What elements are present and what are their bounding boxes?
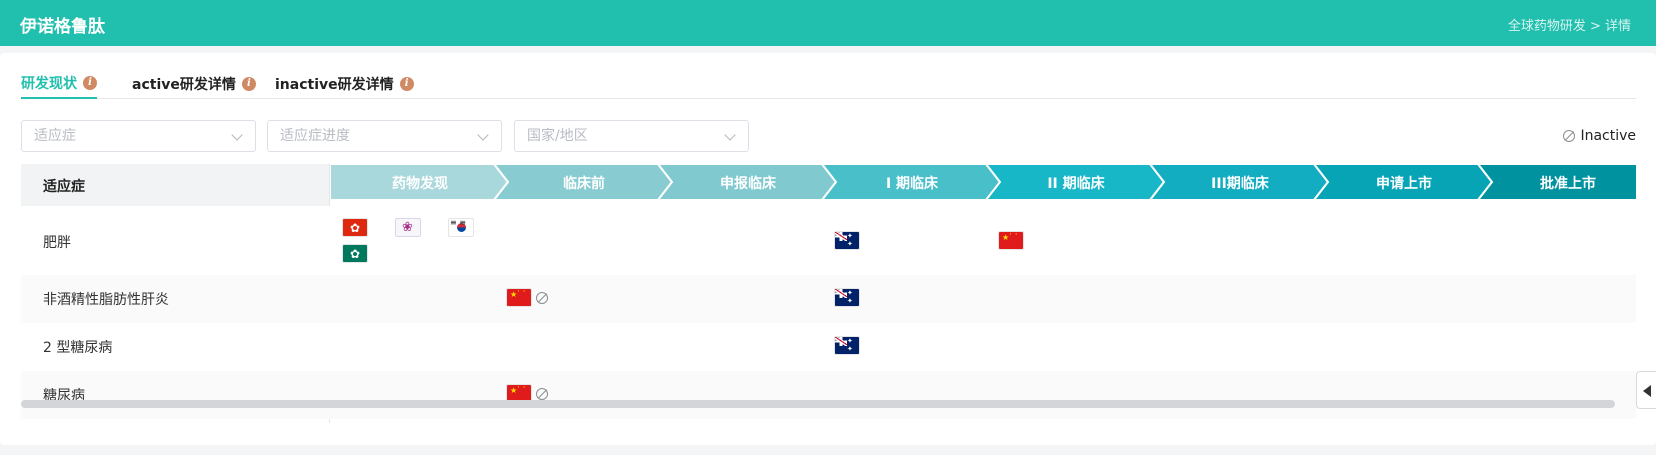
region-select-placeholder: 国家/地区 — [527, 128, 588, 144]
chevron-down-icon — [724, 129, 736, 141]
progress-select-placeholder: 适应症进度 — [280, 128, 350, 144]
caret-left-icon — [1643, 385, 1651, 397]
stage-label: 申报临床 — [720, 175, 777, 192]
indication-label: 非酒精性脂肪性肝炎 — [43, 292, 169, 308]
macau-flag-icon[interactable] — [342, 244, 368, 263]
table-row: 糖尿病 — [21, 371, 1636, 419]
chevron-down-icon — [477, 129, 489, 141]
info-icon[interactable]: i — [399, 77, 414, 91]
stage-label: 临床前 — [563, 175, 605, 192]
inactive-legend: Inactive — [1563, 128, 1636, 144]
tab-inactive-details[interactable]: inactive研发详情 i — [275, 73, 414, 95]
stage-header-bar: 药物发现 临床前 申报临床 I 期临床 II 期临床 III期临床 申请上市 批准上市 — [330, 164, 1636, 201]
table-row: 非酒精性脂肪性肝炎 — [21, 275, 1636, 323]
inactive-legend-label: Inactive — [1580, 128, 1636, 144]
tab-inactive-label: inactive研发详情 — [275, 77, 394, 93]
indication-select-placeholder: 适应症 — [34, 128, 76, 144]
tab-status[interactable]: 研发现状 i — [21, 73, 97, 99]
indication-label: 2 型糖尿病 — [43, 340, 113, 356]
chevron-down-icon — [231, 129, 243, 141]
stage-label: III期临床 — [1211, 175, 1270, 192]
breadcrumb[interactable]: 全球药物研发 > 详情 — [1508, 15, 1631, 34]
inactive-ban-icon — [536, 388, 548, 400]
progress-select[interactable]: 适应症进度 — [267, 120, 502, 152]
tab-active-details[interactable]: active研发详情 i — [132, 73, 256, 95]
pipeline-table: 适应症 药物发现 临床前 申报临床 I 期临床 II 期临床 III期临床 申请上市 批准上市… — [21, 164, 1636, 423]
tab-bar: 研发现状 i active研发详情 i inactive研发详情 i — [21, 69, 1636, 99]
horizontal-scrollbar[interactable] — [21, 400, 1615, 408]
australia-flag-icon[interactable] — [834, 288, 860, 307]
australia-flag-icon[interactable] — [834, 336, 860, 355]
stage-label: II 期临床 — [1047, 175, 1105, 192]
main-card: 研发现状 i active研发详情 i inactive研发详情 i 适应症 适… — [0, 53, 1656, 445]
side-panel-toggle[interactable] — [1636, 371, 1656, 409]
table-row: 肥胖 — [21, 206, 1636, 275]
drug-title: 伊诺格鲁肽 — [20, 17, 105, 37]
stage-label: 批准上市 — [1540, 175, 1596, 192]
taiwan-flag-icon[interactable] — [395, 218, 421, 237]
tab-status-label: 研发现状 — [21, 76, 77, 92]
stage-label: I 期临床 — [886, 175, 939, 192]
stage-label: 申请上市 — [1376, 175, 1432, 192]
tab-active-label: active研发详情 — [132, 77, 236, 93]
australia-flag-icon[interactable] — [834, 231, 860, 250]
info-icon[interactable]: i — [241, 77, 256, 91]
indication-select[interactable]: 适应症 — [21, 120, 256, 152]
china-flag-icon[interactable] — [998, 231, 1024, 250]
page-bottom — [0, 445, 1656, 455]
indication-header: 适应症 — [21, 164, 330, 206]
stage-label: 药物发现 — [392, 175, 448, 192]
info-icon[interactable]: i — [83, 76, 97, 90]
china-flag-icon[interactable] — [506, 288, 532, 307]
region-select[interactable]: 国家/地区 — [514, 120, 749, 152]
top-header: 伊诺格鲁肽 全球药物研发 > 详情 — [0, 0, 1656, 46]
south-korea-flag-icon[interactable] — [448, 218, 474, 237]
inactive-ban-icon — [536, 292, 548, 304]
hong-kong-flag-icon[interactable] — [342, 218, 368, 237]
table-row: 2 型糖尿病 — [21, 323, 1636, 371]
indication-label: 肥胖 — [43, 235, 71, 251]
ban-icon — [1563, 130, 1576, 142]
